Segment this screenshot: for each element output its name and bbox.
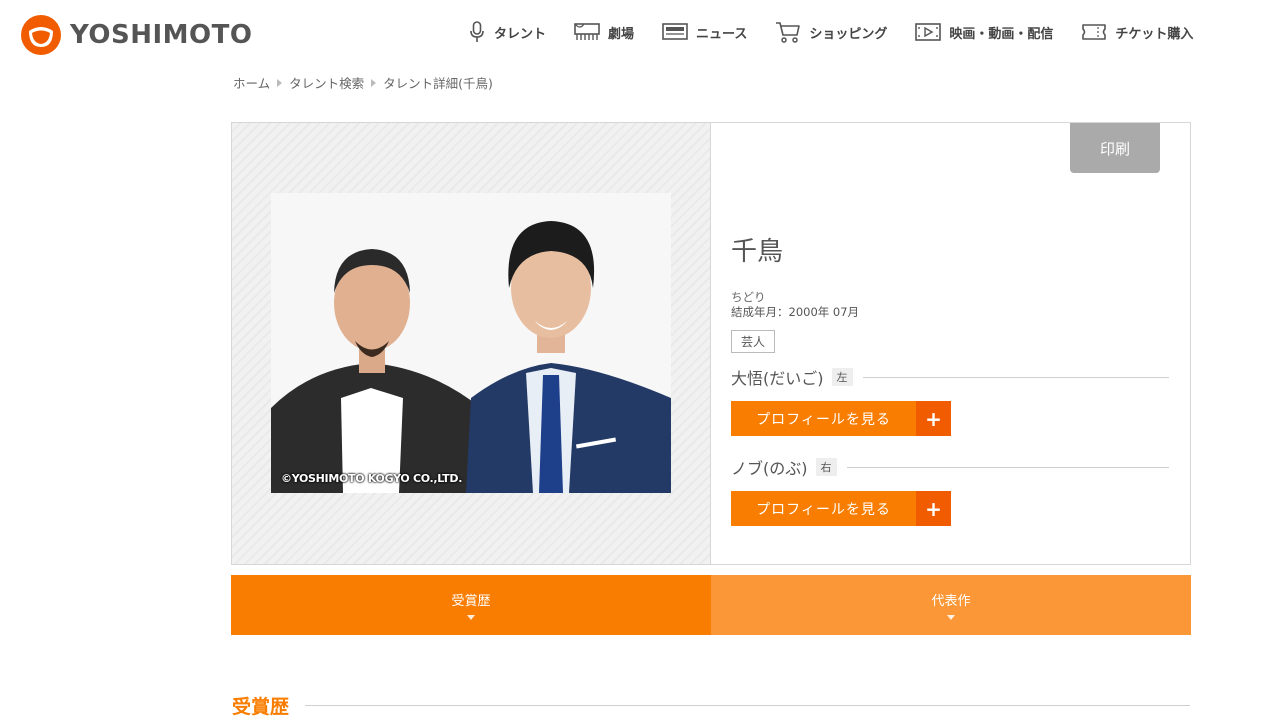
- view-profile-label: プロフィールを見る: [756, 501, 891, 518]
- category-tag: 芸人: [731, 330, 776, 353]
- film-icon: [915, 23, 942, 41]
- tab-label: 代表作: [931, 594, 971, 609]
- view-profile-label: プロフィールを見る: [756, 411, 891, 428]
- member-position-badge: 左: [831, 368, 853, 386]
- nav-item-video[interactable]: 映画・動画・配信: [915, 18, 1053, 46]
- caret-down-icon: [467, 615, 475, 620]
- print-button[interactable]: 印刷: [1070, 123, 1160, 173]
- member-position-badge: 右: [815, 458, 837, 476]
- nav-item-ticket[interactable]: チケット購入: [1081, 18, 1193, 46]
- plus-icon: +: [916, 491, 951, 526]
- nav-item-talent[interactable]: タレント: [468, 18, 546, 46]
- tab-works[interactable]: 代表作: [711, 575, 1191, 635]
- view-profile-button[interactable]: プロフィールを見る +: [731, 491, 951, 526]
- nav-item-news[interactable]: ニュース: [662, 18, 747, 46]
- nav-label: タレント: [494, 26, 547, 42]
- plus-icon: +: [916, 401, 951, 436]
- section-title: 受賞歴: [232, 696, 290, 718]
- nav-label: 劇場: [608, 26, 635, 42]
- theater-icon: [574, 23, 600, 40]
- member-name: 大悟(だいご): [731, 369, 824, 388]
- talent-photo-illustration: [271, 193, 671, 493]
- content-tabs: 受賞歴 代表作: [231, 575, 1191, 635]
- member-nobu: ノブ(のぶ) 右 プロフィールを見る +: [731, 457, 1169, 526]
- yoshimoto-logo[interactable]: YOSHIMOTO: [20, 14, 252, 56]
- talent-card: ©YOSHIMOTO KOGYO CO.,LTD. 印刷 千鳥 ちどり 結成年月…: [231, 122, 1191, 565]
- divider: [846, 466, 1169, 468]
- talent-name: 千鳥: [731, 237, 784, 267]
- breadcrumb-talent-search[interactable]: タレント検索: [289, 73, 364, 92]
- awards-section-heading: 受賞歴: [232, 692, 1190, 719]
- photo-panel: ©YOSHIMOTO KOGYO CO.,LTD.: [232, 123, 711, 564]
- breadcrumb-arrow-icon: [277, 78, 283, 87]
- member-name: ノブ(のぶ): [731, 459, 808, 478]
- nav-label: チケット購入: [1115, 26, 1194, 42]
- divider: [305, 705, 1190, 706]
- caret-down-icon: [947, 615, 955, 620]
- divider: [862, 376, 1169, 378]
- nav-label: ニュース: [696, 26, 748, 42]
- talent-photo: ©YOSHIMOTO KOGYO CO.,LTD.: [271, 193, 671, 493]
- formed-date: 結成年月：2000年 07月: [731, 305, 860, 319]
- breadcrumb-arrow-icon: [371, 78, 377, 87]
- member-header: ノブ(のぶ) 右: [731, 457, 1169, 478]
- breadcrumb-home[interactable]: ホーム: [233, 73, 270, 92]
- member-daigo: 大悟(だいご) 左 プロフィールを見る +: [731, 367, 1169, 436]
- cart-icon: [776, 22, 801, 43]
- main-nav: タレント 劇場 ニュース ショッピング 映画・動画・配信 チケット購入: [468, 18, 1193, 46]
- nav-item-theater[interactable]: 劇場: [574, 18, 634, 46]
- info-panel: 印刷 千鳥 ちどり 結成年月：2000年 07月 芸人 大悟(だいご) 左 プロ…: [711, 123, 1190, 564]
- nav-label: ショッピング: [809, 26, 888, 42]
- ticket-icon: [1082, 24, 1107, 40]
- breadcrumb: ホーム タレント検索 タレント詳細(千鳥): [233, 73, 493, 92]
- photo-copyright: ©YOSHIMOTO KOGYO CO.,LTD.: [281, 472, 463, 485]
- talent-kana: ちどり: [731, 290, 766, 304]
- nav-label: 映画・動画・配信: [949, 26, 1054, 42]
- nav-item-shopping[interactable]: ショッピング: [775, 18, 887, 46]
- member-header: 大悟(だいご) 左: [731, 367, 1169, 388]
- tab-label: 受賞歴: [451, 594, 491, 609]
- breadcrumb-current: タレント詳細(千鳥): [383, 76, 493, 91]
- microphone-icon: [470, 21, 484, 42]
- smile-logo-icon: [21, 15, 61, 55]
- news-icon: [662, 23, 688, 40]
- tab-awards[interactable]: 受賞歴: [231, 575, 711, 635]
- view-profile-button[interactable]: プロフィールを見る +: [731, 401, 951, 436]
- brand-name: YOSHIMOTO: [70, 20, 253, 50]
